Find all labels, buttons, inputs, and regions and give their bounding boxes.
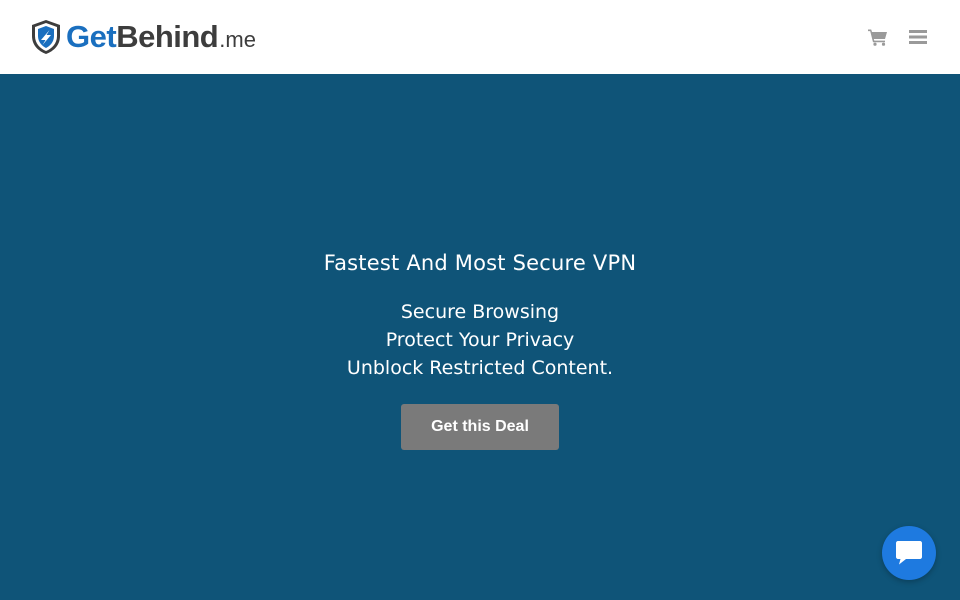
logo-text-behind: Behind xyxy=(116,19,219,54)
hero-content: Fastest And Most Secure VPN Secure Brows… xyxy=(0,246,960,450)
header-actions xyxy=(868,27,930,47)
logo-text-tld: .me xyxy=(219,27,256,52)
chat-icon xyxy=(896,541,922,565)
hero-title: Fastest And Most Secure VPN xyxy=(323,251,637,275)
cart-icon[interactable] xyxy=(868,27,888,47)
chat-widget-button[interactable] xyxy=(882,526,936,580)
logo-wordmark: Get Behind .me xyxy=(66,19,256,55)
site-header: Get Behind .me xyxy=(0,0,960,74)
get-deal-button[interactable]: Get this Deal xyxy=(401,404,559,450)
hero-feature-line: Secure Browsing xyxy=(400,301,560,323)
shield-icon xyxy=(32,20,60,54)
hamburger-menu-icon[interactable] xyxy=(908,27,928,47)
hero-feature-list: Secure Browsing Protect Your Privacy Unb… xyxy=(347,298,613,382)
site-logo[interactable]: Get Behind .me xyxy=(30,19,256,55)
hero-feature-line: Unblock Restricted Content. xyxy=(346,357,614,379)
hero-section: Fastest And Most Secure VPN Secure Brows… xyxy=(0,74,960,600)
hero-feature-line: Protect Your Privacy xyxy=(385,329,575,351)
logo-text-get: Get xyxy=(66,19,117,54)
